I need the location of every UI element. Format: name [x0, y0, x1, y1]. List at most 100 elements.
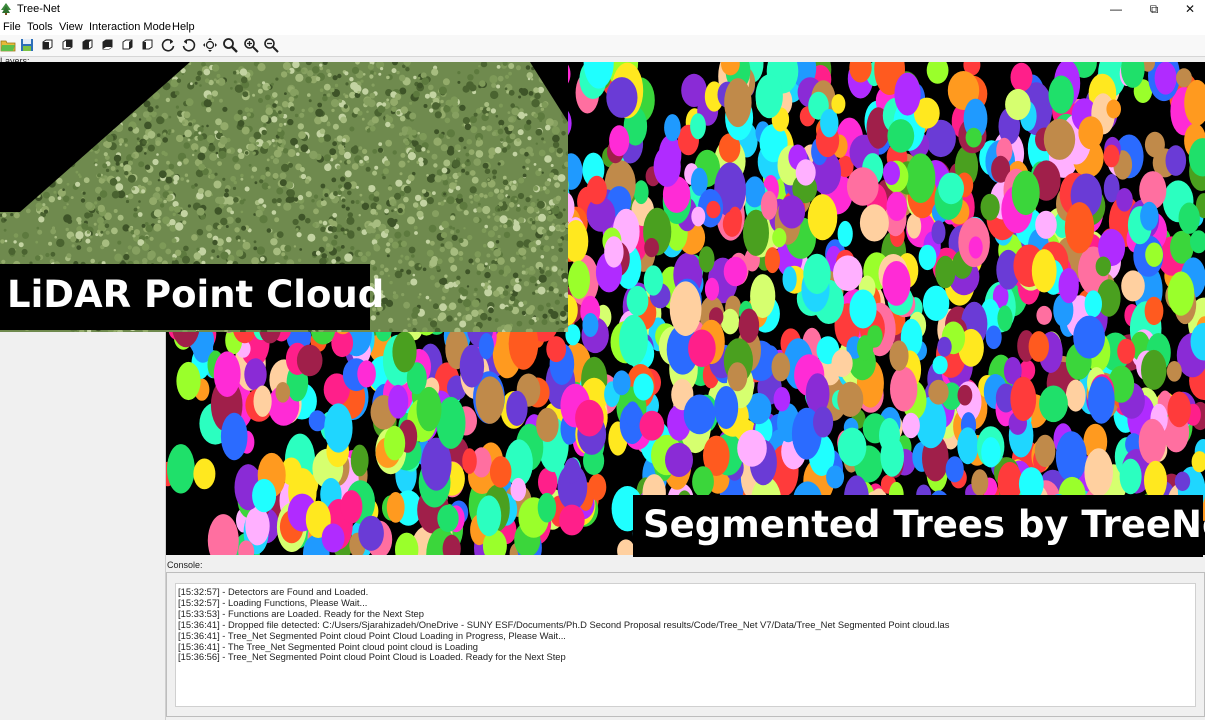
zoom-in-icon[interactable] — [243, 37, 259, 53]
canopy-point — [518, 111, 525, 119]
canopy-point — [452, 111, 460, 119]
canopy-point — [248, 163, 252, 167]
console-line: [15:36:56] - Tree_Net Segmented Point cl… — [178, 651, 566, 663]
canopy-point — [313, 208, 319, 215]
canopy-point — [198, 131, 202, 135]
canopy-point — [226, 236, 232, 243]
canopy-point — [428, 84, 434, 91]
canopy-point — [283, 202, 292, 211]
canopy-point — [535, 239, 542, 246]
rotate-cw-icon[interactable] — [160, 37, 176, 53]
canopy-point — [319, 128, 326, 135]
canopy-point — [144, 121, 152, 130]
canopy-point — [355, 199, 360, 205]
canopy-point — [168, 115, 172, 119]
canopy-point — [407, 323, 412, 328]
canopy-point — [270, 82, 274, 86]
canopy-point — [373, 219, 381, 228]
canopy-point — [201, 62, 206, 67]
canopy-point — [172, 212, 176, 217]
zoom-fit-icon[interactable] — [222, 37, 238, 53]
rotate-ccw-icon[interactable] — [181, 37, 197, 53]
zoom-out-icon[interactable] — [263, 37, 279, 53]
canopy-point — [422, 327, 428, 332]
canopy-point — [475, 150, 484, 158]
canopy-point — [443, 192, 447, 196]
canopy-point — [326, 243, 331, 248]
canopy-point — [516, 138, 521, 142]
canopy-point — [529, 195, 533, 199]
console-label: Console: — [167, 560, 203, 570]
tree-segment — [575, 399, 604, 437]
canopy-point — [36, 226, 40, 230]
canopy-point — [403, 301, 410, 309]
pan-icon[interactable] — [202, 37, 218, 53]
canopy-point — [195, 75, 201, 81]
canopy-point — [97, 217, 104, 224]
canopy-point — [274, 217, 280, 223]
canopy-point — [127, 245, 132, 250]
view-front-icon[interactable] — [39, 37, 55, 53]
maximize-button[interactable]: ⧉ — [1136, 0, 1172, 19]
canopy-point — [305, 62, 312, 66]
canopy-point — [525, 197, 531, 203]
canopy-point — [326, 93, 331, 97]
view-right-icon[interactable] — [139, 37, 155, 53]
console-output[interactable]: [15:32:57] - Detectors are Found and Loa… — [175, 583, 1196, 707]
menu-help[interactable]: Help — [172, 21, 195, 33]
menu-file[interactable]: File — [3, 21, 21, 33]
close-button[interactable]: ✕ — [1172, 0, 1205, 19]
canopy-point — [476, 206, 483, 213]
canopy-point — [416, 210, 424, 218]
view-back-icon[interactable] — [59, 37, 75, 53]
canopy-point — [371, 116, 379, 124]
canopy-point — [377, 329, 381, 332]
canopy-point — [259, 215, 268, 224]
open-folder-icon[interactable] — [0, 37, 16, 53]
canopy-point — [71, 244, 75, 248]
canopy-point — [279, 179, 287, 187]
canopy-point — [174, 90, 180, 96]
canopy-point — [320, 200, 327, 207]
canopy-point — [62, 195, 70, 203]
menu-view[interactable]: View — [59, 21, 83, 33]
view-left-icon[interactable] — [119, 37, 135, 53]
tree-segment — [1141, 349, 1167, 390]
menu-tools[interactable]: Tools — [27, 21, 53, 33]
canopy-point — [162, 216, 171, 225]
canopy-point — [369, 74, 374, 79]
tree-segment — [176, 361, 201, 401]
menu-interaction-mode[interactable]: Interaction Mode — [89, 21, 171, 33]
tree-segment — [1103, 144, 1120, 168]
canopy-point — [125, 199, 130, 204]
canopy-point — [397, 207, 403, 214]
canopy-point — [358, 214, 361, 217]
minimize-button[interactable]: — — [1098, 0, 1134, 19]
canopy-point — [301, 108, 305, 113]
canopy-point — [484, 288, 493, 297]
canopy-point — [3, 218, 7, 222]
save-icon[interactable] — [19, 37, 35, 53]
canopy-point — [253, 246, 258, 251]
canopy-point — [142, 257, 148, 264]
view-top-icon[interactable] — [79, 37, 95, 53]
tree-segment — [837, 381, 864, 417]
canopy-point — [173, 205, 181, 213]
canopy-point — [543, 245, 550, 253]
canopy-point — [97, 223, 106, 231]
canopy-point — [528, 319, 535, 326]
canopy-point — [530, 152, 534, 157]
canopy-point — [441, 296, 446, 301]
canopy-point — [115, 161, 120, 166]
canopy-point — [373, 72, 377, 75]
canopy-point — [362, 148, 368, 154]
canopy-point — [287, 149, 296, 157]
canopy-point — [180, 177, 184, 181]
canopy-point — [413, 75, 417, 80]
canopy-point — [560, 310, 567, 317]
lidar-caption: LiDAR Point Cloud — [0, 264, 384, 330]
tree-segment — [778, 195, 806, 229]
view-bottom-icon[interactable] — [99, 37, 115, 53]
title-bar[interactable]: Tree-Net — ⧉ ✕ — [0, 0, 1205, 19]
canopy-point — [467, 234, 473, 241]
